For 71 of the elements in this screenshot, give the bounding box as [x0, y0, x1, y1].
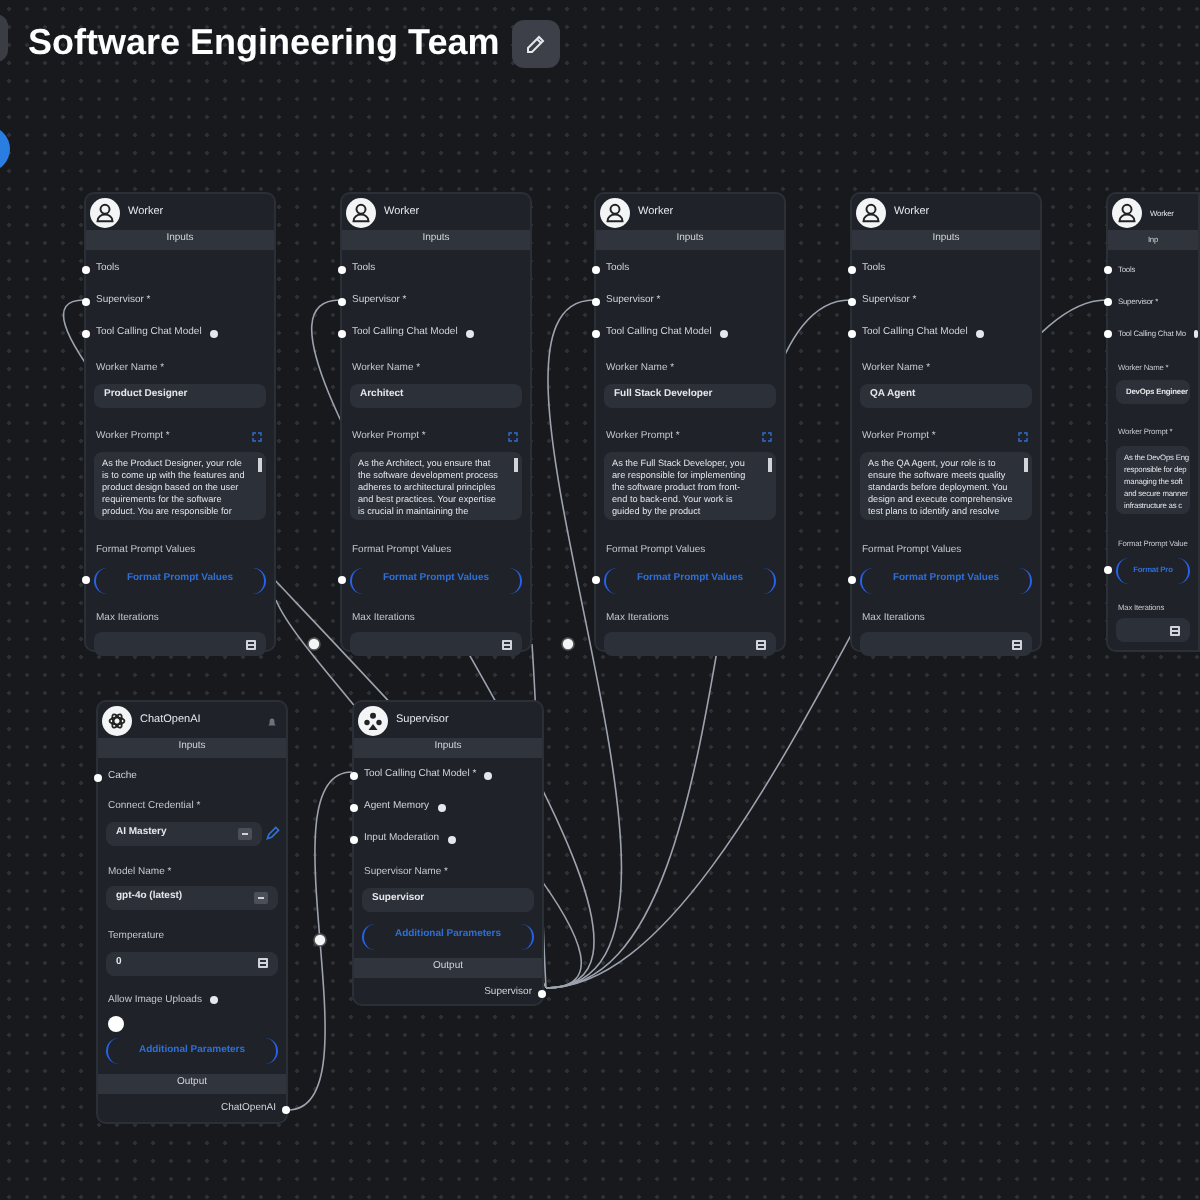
info-icon[interactable] — [447, 836, 456, 844]
connection-handle[interactable] — [338, 330, 346, 338]
connection-handle[interactable] — [848, 298, 856, 306]
input-field[interactable] — [94, 632, 266, 656]
info-icon[interactable] — [465, 330, 474, 338]
dropdown-caret-icon[interactable] — [238, 827, 252, 839]
calculator-icon[interactable] — [502, 639, 512, 649]
input-field[interactable] — [860, 632, 1032, 656]
connection-handle[interactable] — [82, 298, 90, 306]
scrollbar[interactable] — [514, 458, 518, 472]
input-field[interactable] — [350, 632, 522, 656]
connection-handle[interactable] — [282, 1106, 290, 1114]
connection-handle[interactable] — [82, 330, 90, 338]
connection-handle[interactable] — [592, 330, 600, 338]
flow-title: Software Engineering Team — [28, 20, 500, 66]
connection-handle[interactable] — [350, 836, 358, 844]
connection-handle[interactable] — [350, 772, 358, 780]
connection-handle[interactable] — [848, 266, 856, 274]
expand-icon[interactable] — [1018, 431, 1028, 442]
dropdown-caret-icon[interactable] — [254, 892, 268, 904]
connection-handle[interactable] — [1104, 298, 1112, 306]
info-icon[interactable] — [719, 330, 728, 338]
info-icon[interactable] — [437, 804, 446, 812]
connection-handle[interactable] — [592, 298, 600, 306]
scrollbar[interactable] — [768, 458, 772, 472]
pen-icon[interactable] — [266, 826, 280, 840]
info-icon[interactable] — [209, 330, 218, 338]
bell-icon[interactable] — [266, 715, 278, 727]
connection-handle[interactable] — [1104, 330, 1112, 338]
calculator-icon[interactable] — [1170, 625, 1180, 636]
person-avatar-icon — [856, 198, 886, 228]
calculator-icon[interactable] — [756, 639, 766, 649]
person-avatar-icon — [600, 198, 630, 228]
info-icon[interactable] — [484, 772, 493, 780]
info-icon[interactable] — [975, 330, 984, 338]
person-avatar-icon — [346, 198, 376, 228]
expand-icon[interactable] — [762, 431, 772, 442]
connection-handle[interactable] — [1104, 566, 1112, 575]
edge-delete-icon[interactable] — [561, 637, 575, 651]
connection-handle[interactable] — [592, 576, 600, 584]
expand-icon[interactable] — [508, 431, 518, 442]
calculator-icon[interactable] — [1012, 639, 1022, 649]
connection-handle[interactable] — [338, 298, 346, 306]
connection-handle[interactable] — [82, 266, 90, 274]
expand-icon[interactable] — [252, 431, 262, 442]
knot-logo-icon — [102, 706, 132, 736]
people-group-avatar-icon — [358, 706, 388, 736]
connection-handle[interactable] — [1104, 266, 1112, 274]
connection-handle[interactable] — [848, 330, 856, 338]
edge-delete-icon[interactable] — [313, 933, 327, 947]
connection-handle[interactable] — [338, 266, 346, 274]
calculator-icon[interactable] — [258, 958, 268, 968]
input-field[interactable] — [604, 632, 776, 656]
calculator-icon[interactable] — [246, 639, 256, 649]
connection-handle[interactable] — [592, 266, 600, 274]
connection-handle[interactable] — [338, 576, 346, 584]
person-avatar-icon — [1112, 198, 1142, 228]
scrollbar[interactable] — [258, 458, 262, 472]
person-avatar-icon — [90, 198, 120, 228]
connection-handle[interactable] — [94, 774, 102, 782]
connection-handle[interactable] — [350, 804, 358, 812]
pencil-icon — [523, 31, 548, 55]
edit-title-button[interactable] — [511, 19, 560, 67]
input-field[interactable] — [1116, 618, 1190, 643]
connection-handle[interactable] — [82, 576, 90, 584]
scrollbar[interactable] — [1024, 458, 1028, 472]
info-icon[interactable] — [209, 996, 218, 1005]
connection-handle[interactable] — [538, 989, 546, 997]
connection-handle[interactable] — [848, 576, 856, 584]
edge-delete-icon[interactable] — [307, 637, 321, 651]
info-icon[interactable] — [1193, 330, 1198, 338]
